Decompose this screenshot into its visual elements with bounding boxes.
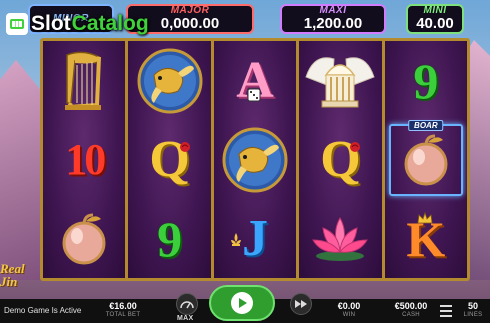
symbol-ten-label: 10 [65, 134, 106, 184]
game-logo: Real Jin [0, 262, 52, 298]
bottom-control-bar: Demo Game Is Active €16.00 TOTAL BET MAX… [0, 285, 490, 323]
lines-value: 50 [467, 301, 478, 311]
gauge-icon [180, 301, 194, 309]
play-icon [239, 298, 247, 308]
spin-button[interactable] [209, 285, 275, 321]
win-highlight-frame: BOAR [388, 119, 463, 196]
symbol-nine: 9 [132, 202, 208, 276]
crown-icon [417, 211, 433, 223]
jackpot-mini: MINI 40.00 [406, 4, 464, 34]
reel-5: 9 BOAR K [384, 41, 468, 278]
jackpot-maxi: MAXI 1,200.00 [280, 4, 386, 34]
symbol-nine-label: 9 [413, 52, 439, 109]
max-bet-label: MAX [177, 315, 194, 322]
autoplay-button[interactable] [290, 293, 312, 315]
symbol-peach-highlighted: BOAR [388, 119, 464, 197]
rose-icon [350, 141, 361, 152]
total-bet-label: TOTAL BET [105, 312, 141, 318]
menu-icon-bar [440, 315, 452, 317]
lotus-icon [312, 216, 369, 261]
symbol-nine: 9 [388, 44, 464, 118]
symbol-goldfish [132, 44, 208, 118]
symbol-ace: A [217, 44, 293, 118]
win-display: €0.00 WIN [330, 301, 368, 319]
cash-label: CASH [402, 312, 420, 318]
harp-icon [65, 51, 102, 110]
symbol-lotus [302, 202, 378, 276]
dice-icon [247, 88, 261, 101]
cash-display: €500.00 CASH [390, 301, 432, 319]
jackpot-mini-amount: 40.00 [416, 15, 454, 32]
menu-icon-bar [440, 310, 452, 312]
win-value: €0.00 [337, 301, 361, 311]
spin-inner [231, 292, 253, 314]
symbol-queen: Q [302, 123, 378, 197]
fleur-de-lis-icon [231, 232, 242, 246]
slot-machine-icon [6, 13, 28, 35]
reel-4: Q [299, 41, 382, 278]
total-bet-display: €16.00 TOTAL BET [104, 301, 142, 319]
symbol-peach [46, 202, 122, 276]
lines-label: LINES [463, 312, 483, 318]
win-label: WIN [342, 312, 356, 318]
total-bet-value: €16.00 [109, 301, 137, 311]
symbol-harp [46, 44, 122, 118]
goldfish-icon [137, 48, 203, 113]
temple-icon [305, 56, 376, 107]
jackpot-maxi-amount: 1,200.00 [303, 15, 363, 32]
goldfish-icon [222, 127, 288, 192]
menu-icon-bar [440, 305, 452, 307]
max-bet-button[interactable] [176, 293, 198, 315]
reel-3: A J [213, 41, 297, 278]
symbol-temple [302, 44, 378, 118]
symbol-nine-label: 9 [157, 210, 183, 267]
symbol-ten: 10 [46, 123, 122, 197]
peach-icon [62, 213, 106, 264]
rose-icon [179, 141, 190, 152]
reel-2: Q 9 [128, 41, 211, 278]
symbol-goldfish [217, 123, 293, 197]
slotcatalog-logo: Slot Catalog [6, 12, 149, 36]
lines-display: 50 LINES [460, 301, 486, 319]
fast-forward-icon [295, 300, 307, 308]
symbol-jack: J [217, 202, 293, 276]
symbol-queen: Q [132, 123, 208, 197]
demo-status-text: Demo Game Is Active [4, 306, 82, 315]
reel-1: 10 [43, 41, 126, 278]
cash-value: €500.00 [394, 301, 428, 311]
jackpot-major-amount: 0,000.00 [160, 15, 220, 32]
game-logo-line2: Jin [0, 274, 18, 289]
symbol-king: K [388, 202, 464, 276]
symbol-jack-label: J [242, 209, 269, 267]
menu-button[interactable] [440, 305, 452, 320]
win-frame-tag: BOAR [408, 119, 444, 131]
reels-area: 10 Q 9 A J Q 9 BOAR K [40, 38, 470, 281]
logo-text-catalog: Catalog [71, 12, 149, 35]
logo-text-slot: Slot [31, 12, 71, 35]
